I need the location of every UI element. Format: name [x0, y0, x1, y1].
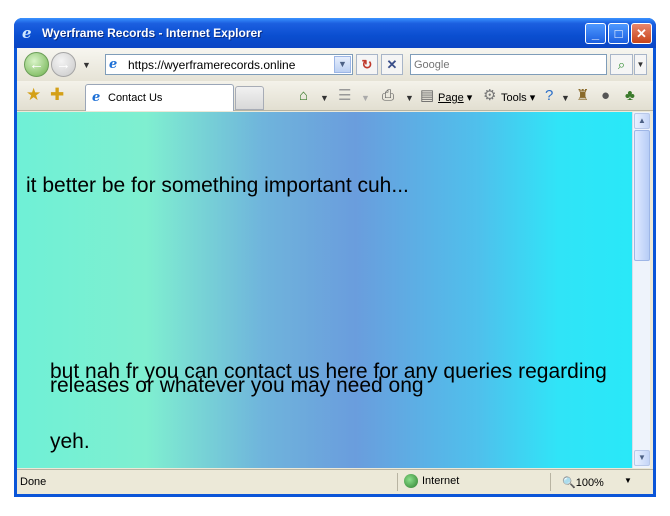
status-bar: Done Internet 🔍100% ▼	[17, 469, 653, 494]
back-arrow-icon: ←	[29, 56, 44, 73]
browser-body: ← → ▼ e https://wyerframerecords.online …	[17, 48, 653, 494]
recent-pages-dropdown-icon[interactable]: ▼	[82, 60, 91, 70]
globe-icon	[404, 474, 418, 488]
new-tab-button[interactable]	[235, 86, 264, 110]
scroll-up-button[interactable]: ▲	[634, 113, 650, 129]
tab-label: Contact Us	[108, 92, 163, 104]
forward-arrow-icon: →	[56, 56, 71, 73]
address-bar[interactable]: e https://wyerframerecords.online ▼	[105, 54, 353, 75]
tab-contact-us[interactable]: e Contact Us	[85, 84, 234, 111]
contact-closing: yeh.	[50, 430, 90, 453]
security-zone[interactable]: Internet	[404, 474, 459, 488]
contact-message: but nah fr you can contact us here for a…	[50, 360, 607, 397]
scroll-thumb[interactable]	[634, 130, 650, 261]
refresh-icon: ↻	[361, 57, 373, 72]
add-favorite-icon[interactable]: ✚	[50, 86, 64, 104]
home-dropdown-icon[interactable]: ▼	[320, 93, 329, 103]
page-content: it better be for something important cuh…	[17, 112, 632, 468]
search-input[interactable]	[414, 56, 594, 74]
print-icon[interactable]: ⎙	[382, 88, 394, 104]
browser-window: e Wyerframe Records - Internet Explorer …	[14, 18, 656, 497]
window-title: Wyerframe Records - Internet Explorer	[42, 26, 262, 40]
scroll-down-button[interactable]: ▼	[634, 450, 650, 466]
print-dropdown-icon[interactable]: ▼	[405, 93, 414, 103]
tools-menu[interactable]: Tools ▾	[501, 91, 535, 104]
help-dropdown-icon[interactable]: ▼	[561, 93, 570, 103]
favorites-star-icon[interactable]: ★	[26, 86, 41, 104]
page-menu[interactable]: Page ▾	[438, 91, 472, 104]
minimize-button[interactable]: _	[585, 23, 606, 44]
status-divider	[397, 473, 398, 491]
zoom-dropdown-icon[interactable]: ▼	[624, 476, 632, 485]
contact-heading: it better be for something important cuh…	[26, 174, 409, 197]
back-button[interactable]: ←	[24, 52, 49, 77]
maximize-button[interactable]: □	[608, 23, 629, 44]
page-favicon-icon: e	[109, 57, 118, 72]
messenger-buddy-icon[interactable]: ♣	[625, 88, 635, 104]
navigation-bar: ← → ▼ e https://wyerframerecords.online …	[17, 48, 653, 81]
research-icon[interactable]: ♜	[576, 88, 589, 104]
search-icon: ⌕	[617, 57, 626, 72]
address-dropdown-button[interactable]: ▼	[334, 56, 351, 73]
zoom-level[interactable]: 🔍100%	[562, 476, 604, 489]
stop-button[interactable]: ✕	[381, 54, 403, 75]
forward-button[interactable]: →	[51, 52, 76, 77]
feeds-icon[interactable]: ☰	[338, 88, 351, 104]
refresh-button[interactable]: ↻	[356, 54, 378, 75]
status-text: Done	[20, 476, 47, 488]
search-box[interactable]	[410, 54, 607, 75]
messenger-icon[interactable]: ●	[601, 88, 610, 104]
tab-bar: ★ ✚ e Contact Us ⌂ ▼ ☰ ▼ ⎙ ▼ ▤ Page ▾ ⚙ …	[17, 81, 653, 111]
status-divider	[550, 473, 551, 491]
search-options-dropdown[interactable]: ▼	[634, 54, 647, 75]
tab-favicon-icon: e	[92, 90, 101, 105]
stop-icon: ✕	[386, 57, 398, 72]
page-icon: ▤	[420, 87, 435, 104]
address-url[interactable]: https://wyerframerecords.online	[128, 58, 295, 72]
feeds-dropdown-icon[interactable]: ▼	[361, 93, 370, 103]
close-button[interactable]: ✕	[631, 23, 652, 44]
help-icon[interactable]: ?	[545, 88, 553, 104]
search-button[interactable]: ⌕	[610, 54, 633, 75]
ie-logo-icon: e	[22, 24, 32, 42]
vertical-scrollbar[interactable]: ▲ ▼	[632, 112, 650, 468]
title-bar[interactable]: e Wyerframe Records - Internet Explorer …	[14, 18, 656, 48]
home-icon[interactable]: ⌂	[299, 88, 308, 104]
tools-gear-icon: ⚙	[483, 87, 497, 104]
